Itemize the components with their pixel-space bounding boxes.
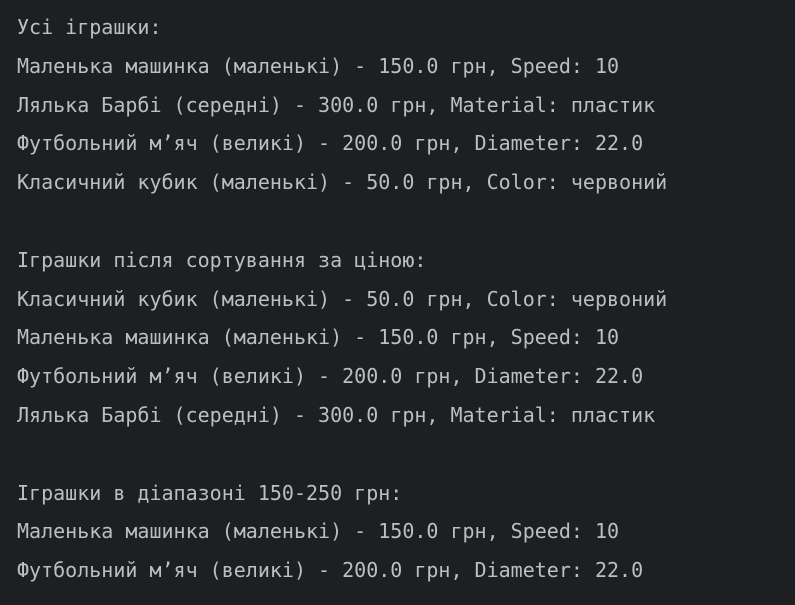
- toy-line: Лялька Барбі (середні) - 300.0 грн, Mate…: [17, 92, 656, 117]
- toy-line: Класичний кубик (маленькі) - 50.0 грн, C…: [17, 170, 668, 195]
- toy-line: Футбольний м’яч (великі) - 200.0 грн, Di…: [17, 558, 644, 583]
- section-header-price-range: Іграшки в діапазоні 150-250 грн:: [17, 480, 403, 505]
- section-header-sorted-by-price: Іграшки після сортування за ціною:: [17, 247, 427, 272]
- toy-line: Футбольний м’яч (великі) - 200.0 грн, Di…: [17, 131, 644, 156]
- toy-line: Лялька Барбі (середні) - 300.0 грн, Mate…: [17, 402, 656, 427]
- section-header-all-toys: Усі іграшки:: [17, 15, 162, 39]
- toy-line: Класичний кубик (маленькі) - 50.0 грн, C…: [17, 286, 668, 311]
- toy-line: Маленька машинка (маленькі) - 150.0 грн,…: [17, 519, 620, 544]
- toy-line: Футбольний м’яч (великі) - 200.0 грн, Di…: [17, 364, 644, 389]
- toy-line: Маленька машинка (маленькі) - 150.0 грн,…: [17, 325, 620, 350]
- console-output[interactable]: Усі іграшки: Маленька машинка (маленькі)…: [0, 0, 795, 605]
- toy-line: Маленька машинка (маленькі) - 150.0 грн,…: [17, 53, 620, 78]
